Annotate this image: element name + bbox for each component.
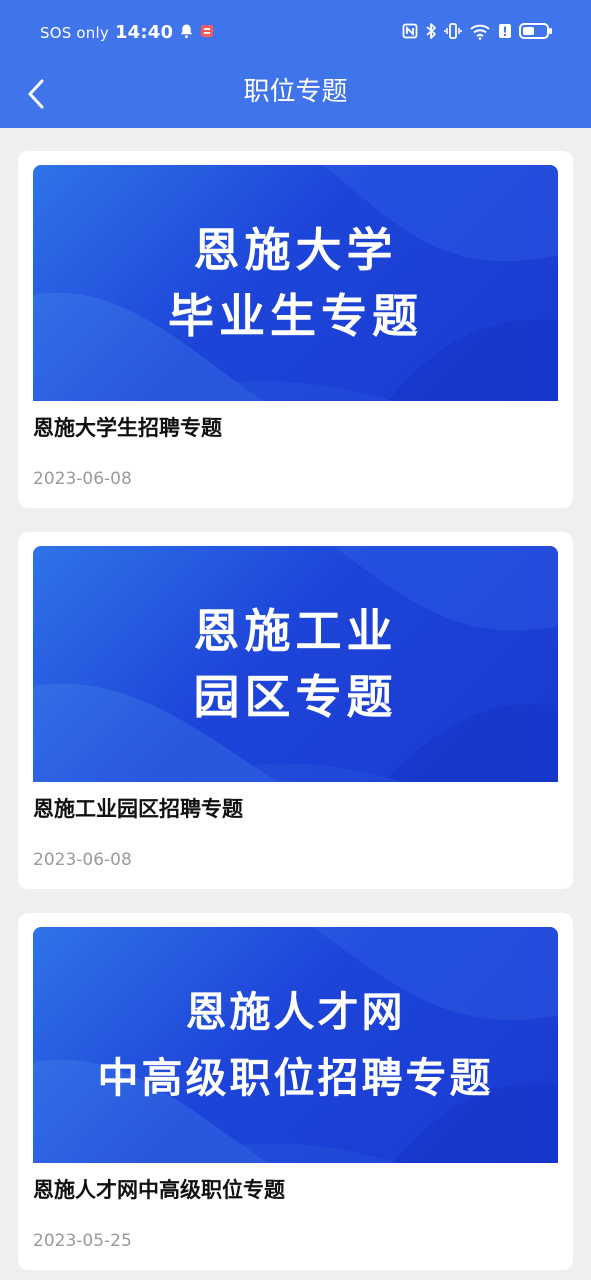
topic-card[interactable]: 恩施大学 毕业生专题 恩施大学生招聘专题 2023-06-08 <box>18 151 573 508</box>
battery-icon <box>519 22 553 44</box>
nfc-icon <box>402 23 418 43</box>
topic-date: 2023-05-25 <box>33 1231 132 1251</box>
carrier-text: SOS only <box>40 23 109 42</box>
topic-date: 2023-06-08 <box>33 850 132 870</box>
banner-line: 毕业生专题 <box>168 289 423 343</box>
banner-line: 恩施工业 <box>193 604 398 658</box>
topic-list: 恩施大学 毕业生专题 恩施大学生招聘专题 2023-06-08 恩施工业 园区专… <box>18 151 573 1270</box>
bluetooth-icon <box>425 22 437 44</box>
topic-card[interactable]: 恩施人才网 中高级职位招聘专题 恩施人才网中高级职位专题 2023-05-25 <box>18 913 573 1270</box>
wifi-icon <box>469 22 491 44</box>
status-time: 14:40 <box>114 22 174 43</box>
title-bar: 职位专题 <box>0 66 591 128</box>
topic-title: 恩施工业园区招聘专题 <box>33 797 243 821</box>
alert-icon <box>498 23 512 43</box>
status-bar: SOS only 14:40 <box>0 0 591 66</box>
vibrate-icon <box>444 22 462 44</box>
banner-line: 园区专题 <box>193 670 398 724</box>
banner-line: 中高级职位招聘专题 <box>97 1054 494 1102</box>
topic-card[interactable]: 恩施工业 园区专题 恩施工业园区招聘专题 2023-06-08 <box>18 532 573 889</box>
bell-icon <box>179 23 194 43</box>
banner-text: 恩施工业 园区专题 <box>33 598 558 730</box>
app-notification-icon <box>200 24 214 42</box>
status-left: SOS only 14:40 <box>40 22 214 43</box>
topic-title: 恩施大学生招聘专题 <box>33 416 222 440</box>
topic-banner[interactable]: 恩施人才网 中高级职位招聘专题 <box>33 927 558 1163</box>
topic-title: 恩施人才网中高级职位专题 <box>33 1178 285 1202</box>
banner-text: 恩施大学 毕业生专题 <box>33 217 558 349</box>
topic-banner[interactable]: 恩施工业 园区专题 <box>33 546 558 782</box>
topic-date: 2023-06-08 <box>33 469 132 489</box>
banner-line: 恩施人才网 <box>185 988 406 1036</box>
topic-banner[interactable]: 恩施大学 毕业生专题 <box>33 165 558 401</box>
banner-line: 恩施大学 <box>193 223 398 277</box>
banner-text: 恩施人才网 中高级职位招聘专题 <box>33 979 558 1111</box>
page-title: 职位专题 <box>243 77 348 107</box>
status-right <box>402 22 553 44</box>
app-header: SOS only 14:40 职位专题 <box>0 0 591 128</box>
